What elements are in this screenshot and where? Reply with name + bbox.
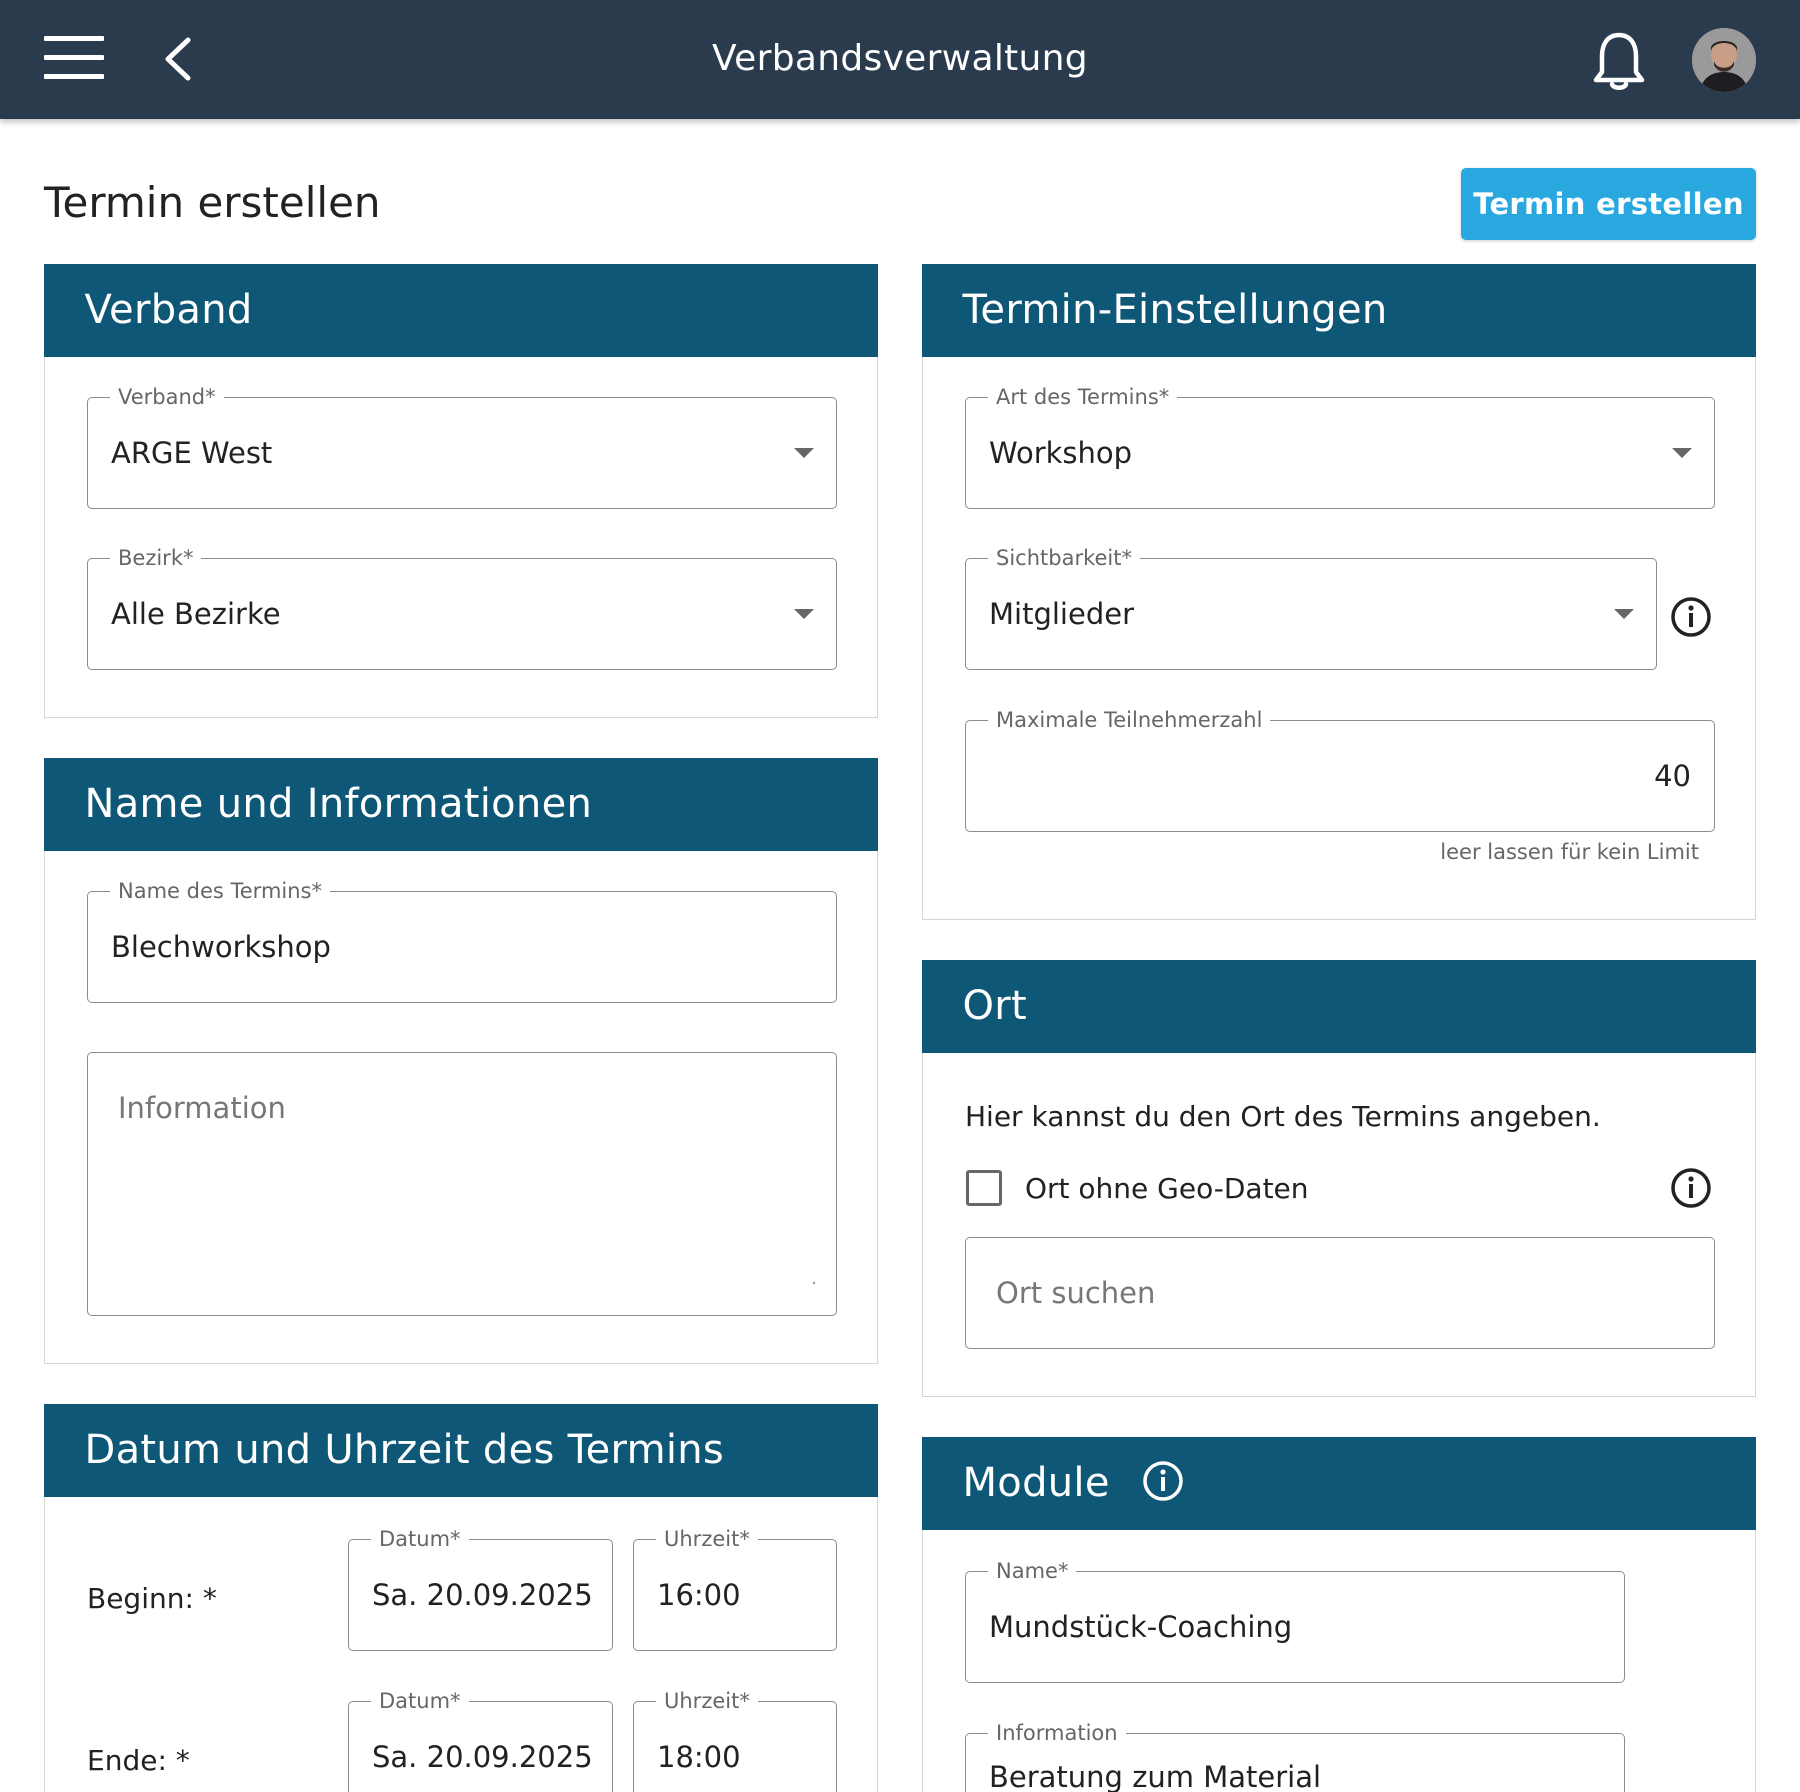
max-participants-input[interactable]: Maximale Teilnehmerzahl 40 (965, 707, 1715, 832)
page-title: Termin erstellen (44, 178, 381, 227)
event-name-input[interactable]: Name des Termins* Blechworkshop (87, 878, 837, 1003)
verband-card: Verband Verband* ARGE West Bezirk* Alle … (43, 264, 878, 718)
location-description: Hier kannst du den Ort des Termins angeb… (965, 1100, 1601, 1133)
end-date-input[interactable]: Datum* Sa. 20.09.2025 (348, 1688, 613, 1792)
dropdown-arrow-icon (1614, 609, 1634, 619)
begin-date-input[interactable]: Datum* Sa. 20.09.2025 (348, 1526, 613, 1651)
field-label: Maximale Teilnehmerzahl (988, 707, 1271, 733)
verband-select[interactable]: Verband* ARGE West (87, 384, 837, 509)
field-value: 18:00 (657, 1740, 741, 1774)
app-title: Verbandsverwaltung (712, 38, 1088, 79)
field-placeholder: Ort suchen (996, 1276, 1156, 1310)
user-avatar[interactable] (1692, 28, 1756, 92)
modules-card: Module Name* Mundstück-Coaching Informat… (921, 1437, 1756, 1792)
field-value: Alle Bezirke (111, 597, 281, 631)
name-info-card: Name und Informationen Name des Termins*… (43, 758, 878, 1364)
end-time-input[interactable]: Uhrzeit* 18:00 (633, 1688, 837, 1792)
app-bar: Verbandsverwaltung (0, 0, 1800, 119)
datetime-card: Datum und Uhrzeit des Termins Beginn: * … (43, 1404, 878, 1792)
visibility-select[interactable]: Sichtbarkeit* Mitglieder (965, 545, 1657, 670)
card-header: Datum und Uhrzeit des Termins (43, 1404, 878, 1497)
info-icon[interactable] (1669, 1166, 1713, 1210)
notification-bell-icon[interactable] (1592, 30, 1646, 92)
field-value: Mitglieder (989, 597, 1134, 631)
field-label: Information (988, 1720, 1126, 1746)
field-value: 16:00 (657, 1578, 741, 1612)
begin-time-input[interactable]: Uhrzeit* 16:00 (633, 1526, 837, 1651)
field-value: Blechworkshop (111, 930, 331, 964)
dropdown-arrow-icon (794, 448, 814, 458)
geo-data-checkbox[interactable] (966, 1170, 1002, 1206)
geo-data-checkbox-label[interactable]: Ort ohne Geo-Daten (1025, 1172, 1309, 1205)
field-value: Sa. 20.09.2025 (372, 1740, 593, 1774)
info-icon[interactable] (1141, 1459, 1185, 1503)
field-placeholder: Information (118, 1091, 286, 1125)
dropdown-arrow-icon (1672, 448, 1692, 458)
field-value: Beratung zum Material (989, 1760, 1322, 1792)
card-title: Module (962, 1460, 1110, 1506)
field-value: Sa. 20.09.2025 (372, 1578, 593, 1612)
field-value: 40 (1654, 759, 1691, 793)
field-value: Mundstück-Coaching (989, 1610, 1293, 1644)
location-search-input[interactable]: Ort suchen (965, 1237, 1715, 1349)
field-value: ARGE West (111, 436, 273, 470)
card-header: Module (921, 1437, 1756, 1530)
location-card: Ort Hier kannst du den Ort des Termins a… (921, 960, 1756, 1397)
card-header: Name und Informationen (43, 758, 878, 851)
card-title: Verband (84, 287, 253, 333)
card-title: Termin-Einstellungen (962, 287, 1388, 333)
back-arrow-icon[interactable] (158, 36, 198, 82)
create-event-button[interactable]: Termin erstellen (1461, 168, 1756, 240)
card-header: Ort (921, 960, 1756, 1053)
menu-icon[interactable] (44, 36, 104, 80)
card-title: Ort (962, 983, 1028, 1029)
dropdown-arrow-icon (794, 609, 814, 619)
event-settings-card: Termin-Einstellungen Art des Termins* Wo… (921, 264, 1756, 920)
end-label: Ende: * (87, 1744, 190, 1777)
resize-handle-icon[interactable] (806, 1275, 816, 1285)
event-type-select[interactable]: Art des Termins* Workshop (965, 384, 1715, 509)
card-title: Datum und Uhrzeit des Termins (84, 1427, 725, 1473)
card-title: Name und Informationen (84, 781, 593, 827)
module-name-input[interactable]: Name* Mundstück-Coaching (965, 1558, 1625, 1683)
user-photo-icon (1692, 28, 1756, 92)
begin-label: Beginn: * (87, 1582, 217, 1615)
card-header: Verband (43, 264, 878, 357)
info-icon[interactable] (1669, 595, 1713, 639)
field-value: Workshop (989, 436, 1133, 470)
information-textarea[interactable]: Information (87, 1052, 837, 1316)
module-information-input[interactable]: Information Beratung zum Material (965, 1720, 1625, 1792)
card-header: Termin-Einstellungen (921, 264, 1756, 357)
max-participants-hint: leer lassen für kein Limit (1440, 840, 1699, 864)
bezirk-select[interactable]: Bezirk* Alle Bezirke (87, 545, 837, 670)
